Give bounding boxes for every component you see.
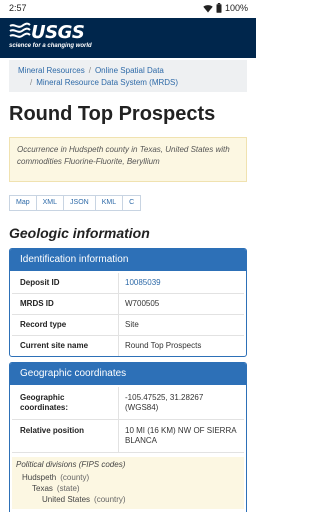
breadcrumb: Mineral Resources / Online Spatial Data / M… <box>9 60 247 92</box>
list-item: Hudspeth (county) <box>16 472 240 483</box>
identification-heading: Identification information <box>10 249 246 271</box>
logo-wordmark: USGS <box>31 22 85 43</box>
political-divisions: Political divisions (FIPS codes) Hudspet… <box>12 457 244 509</box>
list-item: United States (country) <box>16 494 240 505</box>
breadcrumb-online-spatial-data[interactable]: Online Spatial Data <box>95 66 164 75</box>
list-item: Texas (state) <box>16 483 240 494</box>
usgs-logo[interactable]: USGS science for a changing world <box>9 22 99 54</box>
field-value: Round Top Prospects <box>118 336 244 356</box>
political-divisions-heading: Political divisions (FIPS codes) <box>16 460 126 469</box>
coordinates-value: -105.47525, 31.28267 (WGS84) <box>118 387 244 419</box>
site-header: USGS science for a changing world <box>0 18 256 58</box>
table-row: Current site name Round Top Prospects <box>12 336 244 356</box>
identification-card: Identification information Deposit ID 10… <box>9 248 247 357</box>
format-map-button[interactable]: Map <box>9 195 37 211</box>
division-name: Texas <box>32 484 53 493</box>
page-title: Round Top Prospects <box>9 103 216 125</box>
battery-icon <box>216 3 222 13</box>
deposit-id-link[interactable]: 10085039 <box>118 273 244 293</box>
format-json-button[interactable]: JSON <box>64 195 96 211</box>
status-bar: 2:57 100% <box>0 0 256 18</box>
status-icons: 100% <box>203 3 248 13</box>
format-xml-button[interactable]: XML <box>36 195 65 211</box>
geographic-card: Geographic coordinates Geographic coordi… <box>9 362 247 512</box>
format-c-button[interactable]: C <box>123 195 142 211</box>
breadcrumb-separator: / <box>88 66 91 75</box>
field-label: Record type <box>20 320 67 329</box>
status-time: 2:57 <box>9 3 27 13</box>
field-value: Site <box>118 315 244 335</box>
site-description: Occurrence in Hudspeth county in Texas, … <box>9 137 247 182</box>
logo-tagline: science for a changing world <box>9 43 92 49</box>
table-row: MRDS ID W700505 <box>12 294 244 315</box>
division-name: Hudspeth <box>22 473 57 482</box>
field-label: Geographic coordinates: <box>20 393 69 412</box>
table-row: Record type Site <box>12 315 244 336</box>
division-name: United States <box>42 495 91 504</box>
usgs-wave-icon <box>9 22 31 38</box>
format-button-group: Map XML JSON KML C <box>9 195 142 211</box>
battery-level: 100% <box>224 3 248 13</box>
field-label: Current site name <box>20 341 89 350</box>
breadcrumb-mineral-resources[interactable]: Mineral Resources <box>18 66 85 75</box>
format-kml-button[interactable]: KML <box>95 195 124 211</box>
field-label: MRDS ID <box>20 299 54 308</box>
table-row: Geographic coordinates: -105.47525, 31.2… <box>12 387 244 420</box>
wifi-icon <box>203 4 213 12</box>
geologic-heading: Geologic information <box>9 225 150 241</box>
division-type: (country) <box>94 495 126 504</box>
table-row: Deposit ID 10085039 <box>12 273 244 294</box>
division-type: (county) <box>60 473 90 482</box>
table-row: Relative position 10 MI (16 KM) NW OF SI… <box>12 420 244 453</box>
relative-position-value: 10 MI (16 KM) NW OF SIERRA BLANCA <box>118 420 244 452</box>
division-type: (state) <box>56 484 80 493</box>
field-value: W700505 <box>118 294 244 314</box>
breadcrumb-mrds[interactable]: Mineral Resource Data System (MRDS) <box>36 78 178 87</box>
geographic-heading: Geographic coordinates <box>10 363 246 385</box>
field-label: Deposit ID <box>20 278 60 287</box>
field-label: Relative position <box>20 426 85 435</box>
